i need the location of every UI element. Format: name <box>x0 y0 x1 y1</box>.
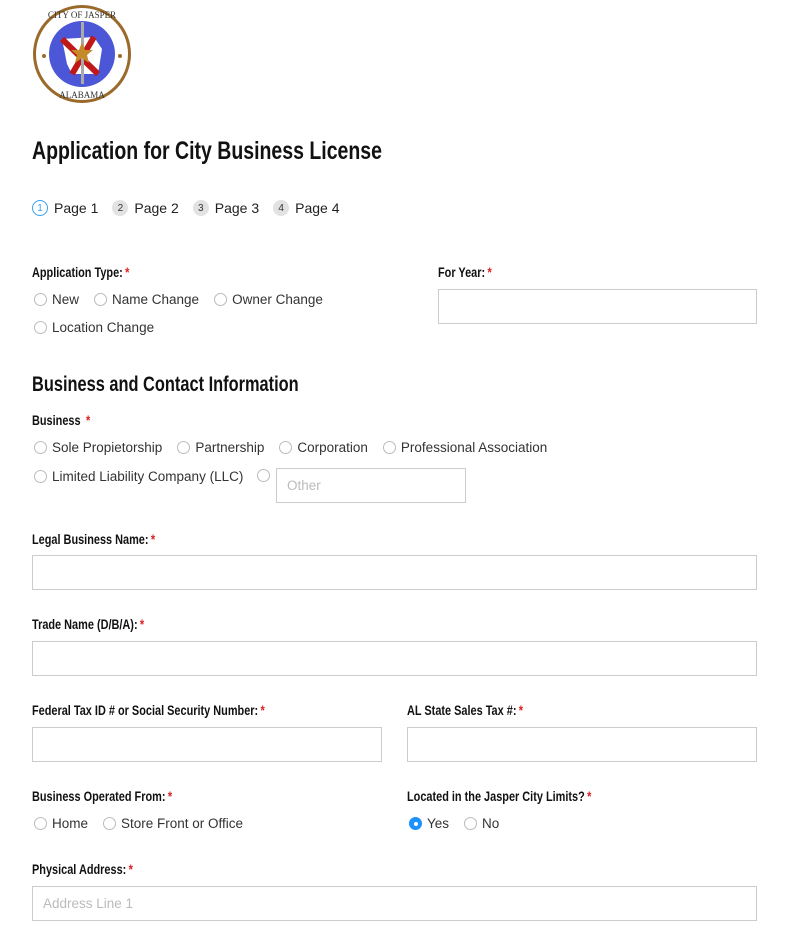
business-professional-association[interactable]: Professional Association <box>382 440 547 455</box>
step-number-badge: 3 <box>192 200 209 216</box>
business-sole-proprietorship[interactable]: Sole Propietorship <box>34 440 162 455</box>
for-year-label: For Year: * <box>438 264 492 280</box>
city-limits-no[interactable]: No <box>464 816 499 831</box>
tax-id-input[interactable] <box>32 727 382 762</box>
business-llc[interactable]: Limited Liability Company (LLC) <box>34 469 243 484</box>
operated-from-home[interactable]: Home <box>34 816 88 831</box>
svg-text:ALABAMA: ALABAMA <box>59 90 105 100</box>
step-label: Page 4 <box>295 200 340 216</box>
trade-name-label: Trade Name (D/B/A): * <box>32 616 145 632</box>
application-type-label: Application Type: * <box>32 264 130 280</box>
business-other-radio[interactable] <box>257 469 270 482</box>
tax-id-label: Federal Tax ID # or Social Security Numb… <box>32 702 265 718</box>
section-title: Business and Contact Information <box>32 373 299 396</box>
sales-tax-label: AL State Sales Tax #: * <box>407 702 524 718</box>
legal-business-name-label: Legal Business Name: * <box>32 531 156 547</box>
business-label: Business * <box>32 412 91 428</box>
trade-name-input[interactable] <box>32 641 757 676</box>
step-label: Page 3 <box>214 200 260 216</box>
step-number-badge: 4 <box>273 200 290 216</box>
operated-from-label: Business Operated From: * <box>32 788 173 804</box>
business-partnership[interactable]: Partnership <box>177 440 264 455</box>
svg-text:CITY OF JASPER: CITY OF JASPER <box>48 10 116 20</box>
physical-address-label: Physical Address: * <box>32 861 133 877</box>
step-label: Page 2 <box>134 200 179 216</box>
application-type-owner-change[interactable]: Owner Change <box>214 292 323 307</box>
city-limits-label: Located in the Jasper City Limits? * <box>407 788 592 804</box>
operated-from-store-front[interactable]: Store Front or Office <box>103 816 243 831</box>
application-type-location-change[interactable]: Location Change <box>34 320 154 335</box>
legal-business-name-input[interactable] <box>32 555 757 590</box>
city-seal-logo: CITY OF JASPER ALABAMA <box>33 5 131 103</box>
step-label: Page 1 <box>54 200 99 216</box>
city-limits-yes[interactable]: Yes <box>409 816 449 831</box>
page-navigation: 1 Page 1 2 Page 2 3 Page 3 4 Page 4 <box>32 200 340 216</box>
business-corporation[interactable]: Corporation <box>279 440 368 455</box>
application-type-name-change[interactable]: Name Change <box>94 292 199 307</box>
page-step-1[interactable]: 1 Page 1 <box>32 200 98 216</box>
step-number-badge: 2 <box>112 200 129 216</box>
address-line-1-input[interactable] <box>32 886 757 921</box>
step-number-badge: 1 <box>32 200 48 216</box>
page-title: Application for City Business License <box>32 137 383 165</box>
for-year-input[interactable] <box>438 289 757 324</box>
business-other-input[interactable] <box>276 468 466 503</box>
page-step-4[interactable]: 4 Page 4 <box>273 200 340 216</box>
page-step-2[interactable]: 2 Page 2 <box>112 200 179 216</box>
application-type-new[interactable]: New <box>34 292 79 307</box>
page-step-3[interactable]: 3 Page 3 <box>192 200 260 216</box>
sales-tax-input[interactable] <box>407 727 757 762</box>
